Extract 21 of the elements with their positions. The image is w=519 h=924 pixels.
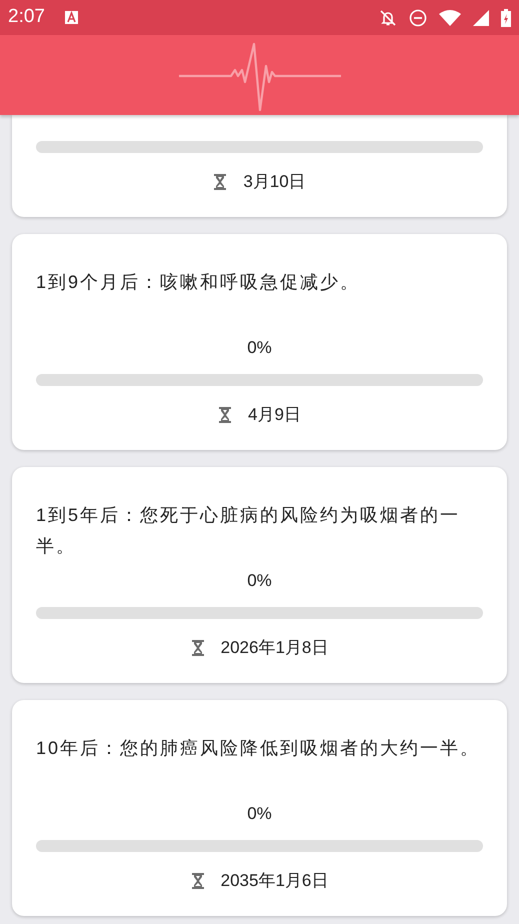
milestone-text: 10年后：您的肺癌风险降低到吸烟者的大约一半。 xyxy=(36,737,482,760)
hourglass-icon xyxy=(190,872,205,890)
milestone-text: 1到9个月后：咳嗽和呼吸急促减少。 xyxy=(36,271,362,294)
date-label: 3月10日 xyxy=(243,171,306,193)
percent-label: 0% xyxy=(247,803,272,825)
do-not-disturb-icon xyxy=(409,8,427,26)
app-notification-icon xyxy=(64,11,78,24)
clock: 2:07 xyxy=(8,5,45,30)
percent-label: 0% xyxy=(247,570,272,592)
bell-off-icon xyxy=(379,8,397,26)
hourglass-icon xyxy=(190,639,205,657)
date-label: 2035年1月6日 xyxy=(220,870,328,892)
percent-label: 0% xyxy=(247,337,272,359)
milestone-text: 1到5年后：您死于心脏病的风险约为吸烟者的一半。 xyxy=(36,504,462,558)
date-label: 4月9日 xyxy=(248,404,301,426)
signal-icon xyxy=(473,10,489,26)
hourglass-icon xyxy=(213,173,228,191)
date-label: 2026年1月8日 xyxy=(220,637,328,659)
hourglass-icon xyxy=(218,406,232,424)
battery-icon xyxy=(501,8,511,26)
wifi-icon xyxy=(439,10,461,26)
